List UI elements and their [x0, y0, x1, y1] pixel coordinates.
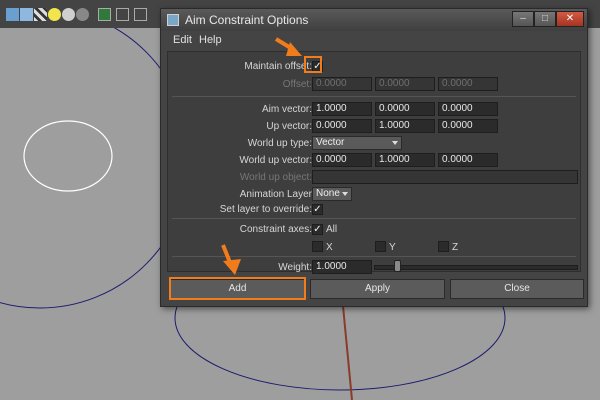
options-panel: Maintain offset: ✓ Offset: 0.0000 0.0000…: [167, 51, 581, 274]
weight-slider-track[interactable]: [374, 265, 578, 270]
selection-icon[interactable]: [98, 8, 111, 21]
axis-z-label: Z: [452, 242, 459, 253]
cube-wire-icon[interactable]: [20, 8, 33, 21]
offset-z-field[interactable]: 0.0000: [438, 77, 498, 91]
separator: [172, 96, 576, 97]
cube-icon[interactable]: [6, 8, 19, 21]
world-up-vector-y-field[interactable]: 1.0000: [375, 153, 435, 167]
world-up-vector-x-field[interactable]: 0.0000: [312, 153, 372, 167]
maintain-offset-highlight: [304, 56, 322, 73]
window-icon: [167, 14, 179, 26]
title-bar[interactable]: Aim Constraint Options – □ ✕: [161, 9, 587, 31]
apply-button[interactable]: Apply: [310, 279, 445, 299]
checker-icon[interactable]: [34, 8, 47, 21]
aim-vector-label: Aim vector:: [261, 104, 312, 115]
aim-line: [342, 305, 353, 400]
world-up-type-dropdown[interactable]: Vector: [312, 136, 402, 150]
set-layer-checkbox[interactable]: ✓: [312, 204, 323, 215]
weight-slider-handle[interactable]: [394, 260, 402, 272]
aim-vector-z-field[interactable]: 0.0000: [438, 102, 498, 116]
up-vector-label: Up vector:: [266, 121, 312, 132]
maximize-button[interactable]: □: [534, 11, 556, 27]
maintain-offset-label: Maintain offset:: [244, 61, 312, 72]
world-up-vector-label: World up vector:: [239, 155, 312, 166]
menu-edit[interactable]: Edit: [173, 34, 192, 46]
sphere-icon[interactable]: [62, 8, 75, 21]
axis-z-checkbox[interactable]: [438, 241, 449, 252]
add-button-highlight: [169, 277, 306, 300]
menu-bar: Edit Help: [161, 31, 587, 49]
window-title: Aim Constraint Options: [185, 13, 309, 27]
axis-x-label: X: [326, 242, 333, 253]
chevron-down-icon: [342, 192, 348, 196]
axis-all-label: All: [326, 224, 338, 235]
animation-layer-value: None: [316, 188, 340, 199]
close-button[interactable]: Close: [450, 279, 584, 299]
axis-x-checkbox[interactable]: [312, 241, 323, 252]
axis-y-checkbox[interactable]: [375, 241, 386, 252]
chevron-down-icon: [392, 141, 398, 145]
selected-circle-curve: [23, 120, 113, 192]
aim-vector-x-field[interactable]: 1.0000: [312, 102, 372, 116]
animation-layer-label: Animation Layer: [239, 189, 312, 200]
layout-two-icon[interactable]: [134, 8, 147, 21]
world-up-vector-z-field[interactable]: 0.0000: [438, 153, 498, 167]
weight-field[interactable]: 1.0000: [312, 260, 372, 274]
world-up-object-label: World up object:: [239, 172, 312, 183]
up-vector-x-field[interactable]: 0.0000: [312, 119, 372, 133]
menu-help[interactable]: Help: [199, 34, 222, 46]
up-vector-z-field[interactable]: 0.0000: [438, 119, 498, 133]
world-up-type-value: Vector: [316, 137, 345, 148]
offset-y-field[interactable]: 0.0000: [375, 77, 435, 91]
arrow-pointer-icon: [221, 244, 241, 275]
sphere-dark-icon[interactable]: [76, 8, 89, 21]
aim-vector-y-field[interactable]: 0.0000: [375, 102, 435, 116]
world-up-type-label: World up type:: [247, 138, 312, 149]
offset-label: Offset:: [282, 79, 312, 90]
minimize-button[interactable]: –: [512, 11, 534, 27]
up-vector-y-field[interactable]: 1.0000: [375, 119, 435, 133]
separator: [172, 218, 576, 219]
axis-all-checkbox[interactable]: ✓: [312, 224, 323, 235]
constraint-axes-label: Constraint axes:: [239, 224, 312, 235]
animation-layer-dropdown[interactable]: None: [312, 187, 352, 201]
offset-x-field[interactable]: 0.0000: [312, 77, 372, 91]
close-window-button[interactable]: ✕: [556, 11, 584, 27]
arrow-pointer-icon: [274, 37, 302, 56]
world-up-object-field[interactable]: [312, 170, 578, 184]
light-icon[interactable]: [48, 8, 61, 21]
layout-icon[interactable]: [116, 8, 129, 21]
set-layer-label: Set layer to override:: [219, 204, 312, 215]
axis-y-label: Y: [389, 242, 396, 253]
